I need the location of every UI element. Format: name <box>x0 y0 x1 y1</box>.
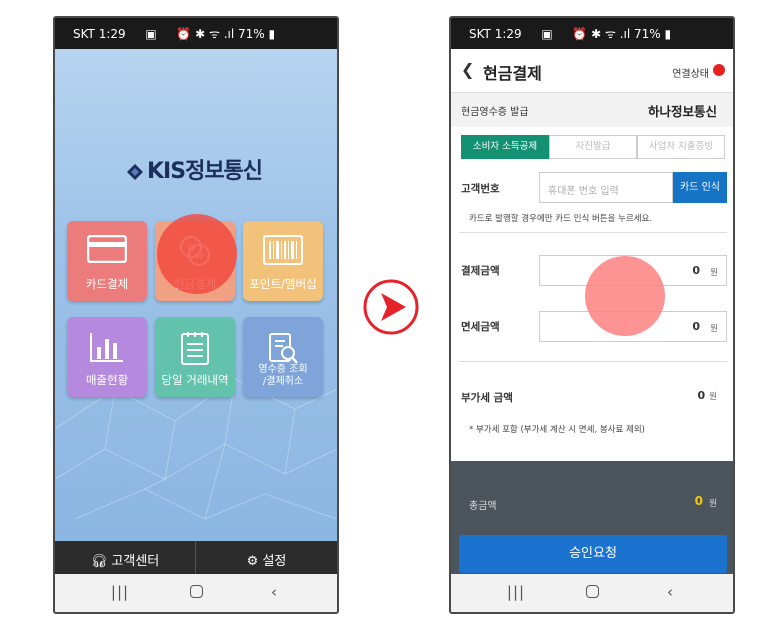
merchant-name: 하나정보통신 <box>647 104 717 119</box>
vat-amount-label: 부가세 금액 <box>461 392 513 404</box>
currency-unit: 원 <box>710 268 718 278</box>
today-transactions-tile[interactable]: 당일 거래내역 <box>155 317 235 397</box>
tab-consumer-deduction[interactable]: 소비자 소득공제 <box>461 135 549 159</box>
gallery-icon: ▣ <box>541 27 553 41</box>
android-nav-bar: ||| ‹ <box>55 574 337 612</box>
phone-number-input[interactable]: 휴대폰 번호 입력 <box>539 172 673 203</box>
status-bar: SKT 1:29 ▣ ⏰ ✱ ᯤ .ıl 71% ▮ <box>55 18 337 49</box>
kis-diamond-icon <box>127 164 143 180</box>
divider <box>459 361 727 362</box>
connection-status-label: 연결상태 <box>672 69 709 80</box>
main-menu-screen: KIS정보통신 카드결제 W W 현금결제 <box>55 49 337 541</box>
bottom-menu-bar: 🎧︎ 고객센터 ⚙ 설정 <box>55 541 337 578</box>
recent-apps-icon[interactable]: ||| <box>501 583 531 601</box>
point-membership-tile[interactable]: 포인트/멤버십 <box>243 221 323 301</box>
taxfree-amount-value: 0 <box>692 320 700 333</box>
total-panel: 총금액 0 원 승인요청 <box>451 461 733 578</box>
currency-unit: 원 <box>709 392 717 402</box>
gear-icon: ⚙ <box>246 554 259 569</box>
customer-center-label: 고객센터 <box>111 554 160 569</box>
vat-note: * 부가세 포함 (부가세 계산 시 면세, 봉사료 제외) <box>469 425 645 435</box>
battery-level: 71% <box>238 27 265 41</box>
touch-indicator <box>157 214 237 294</box>
touch-indicator <box>585 256 665 336</box>
card-hint-text: 카드로 발행할 경우에만 카드 인식 버튼을 누르세요. <box>469 214 653 224</box>
settings-button[interactable]: ⚙ 설정 <box>196 541 337 578</box>
battery-level: 71% <box>634 27 661 41</box>
cash-payment-screen: ❮ 현금결제 연결상태 현금영수증 발급 하나정보통신 소비자 소득공제 자진발… <box>451 49 733 578</box>
headset-icon: 🎧︎ <box>90 554 108 569</box>
payment-amount-value: 0 <box>692 264 700 277</box>
back-icon[interactable]: ‹ <box>259 583 289 601</box>
back-arrow-icon[interactable]: ❮ <box>461 60 474 79</box>
total-amount-label: 총금액 <box>469 501 497 512</box>
tile-label-line1: 영수증 조회 <box>258 364 308 375</box>
divider <box>459 232 727 233</box>
home-icon[interactable] <box>181 583 211 602</box>
approve-request-button[interactable]: 승인요청 <box>459 535 727 573</box>
tile-label: 포인트/멤버십 <box>249 276 317 291</box>
status-bar: SKT 1:29 ▣ ⏰ ✱ ᯤ .ıl 71% ▮ <box>451 18 733 49</box>
tile-label: 매출현황 <box>85 372 129 387</box>
settings-label: 설정 <box>262 554 287 569</box>
recent-apps-icon[interactable]: ||| <box>105 583 135 601</box>
customer-center-button[interactable]: 🎧︎ 고객센터 <box>55 541 196 578</box>
tile-label: 당일 거래내역 <box>161 372 229 387</box>
app-header: ❮ 현금결제 연결상태 <box>451 49 733 93</box>
tab-business-expense[interactable]: 사업자 지출증빙 <box>637 135 725 159</box>
battery-icon: ▮ <box>664 27 672 41</box>
status-icons: ⏰ ✱ ᯤ .ıl <box>572 27 631 41</box>
phone-main-menu: SKT 1:29 ▣ ⏰ ✱ ᯤ .ıl 71% ▮ KIS정보통신 카드결제 … <box>53 16 339 614</box>
notepad-icon <box>181 332 209 365</box>
currency-unit: 원 <box>710 324 718 334</box>
kis-logo: KIS정보통신 <box>127 153 263 185</box>
receipt-lookup-tile[interactable]: 영수증 조회 /결제취소 <box>243 317 323 397</box>
sales-status-tile[interactable]: 매출현황 <box>67 317 147 397</box>
tile-label-line2: /결제취소 <box>262 375 304 387</box>
taxfree-amount-label: 면세금액 <box>461 321 500 333</box>
battery-icon: ▮ <box>268 27 276 41</box>
receipt-search-icon <box>269 333 298 364</box>
card-icon <box>87 235 127 263</box>
bar-chart-icon <box>90 333 123 362</box>
receipt-issue-label: 현금영수증 발급 <box>461 107 529 118</box>
gallery-icon: ▣ <box>145 27 157 41</box>
total-amount-value: 0 <box>694 494 703 508</box>
customer-number-label: 고객번호 <box>461 183 500 195</box>
phone-cash-payment: SKT 1:29 ▣ ⏰ ✱ ᯤ .ıl 71% ▮ ❮ 현금결제 연결상태 현… <box>449 16 735 614</box>
carrier-time: SKT 1:29 <box>73 27 126 41</box>
vat-amount-value: 0 <box>697 389 706 402</box>
payment-amount-label: 결제금액 <box>461 265 500 277</box>
carrier-time: SKT 1:29 <box>469 27 522 41</box>
tab-self-issue[interactable]: 자진발급 <box>549 135 637 159</box>
back-icon[interactable]: ‹ <box>655 583 685 601</box>
card-recognize-button[interactable]: 카드 인식 <box>673 172 727 203</box>
status-icons: ⏰ ✱ ᯤ .ıl <box>176 27 235 41</box>
receipt-type-tabs: 소비자 소득공제 자진발급 사업자 지출증빙 <box>461 135 725 159</box>
home-icon[interactable] <box>577 583 607 602</box>
next-step-arrow-icon <box>363 279 419 335</box>
page-title: 현금결제 <box>483 64 542 83</box>
currency-unit: 원 <box>709 499 717 509</box>
vat-amount: 0원 <box>698 389 717 402</box>
tile-label: 영수증 조회 /결제취소 <box>243 364 323 387</box>
card-payment-tile[interactable]: 카드결제 <box>67 221 147 301</box>
connection-status-dot <box>713 64 725 76</box>
receipt-issue-row: 현금영수증 발급 하나정보통신 <box>451 93 733 127</box>
tile-label: 카드결제 <box>85 276 129 291</box>
android-nav-bar: ||| ‹ <box>451 574 733 612</box>
brand-text: KIS정보통신 <box>147 159 263 184</box>
barcode-icon <box>263 235 303 265</box>
